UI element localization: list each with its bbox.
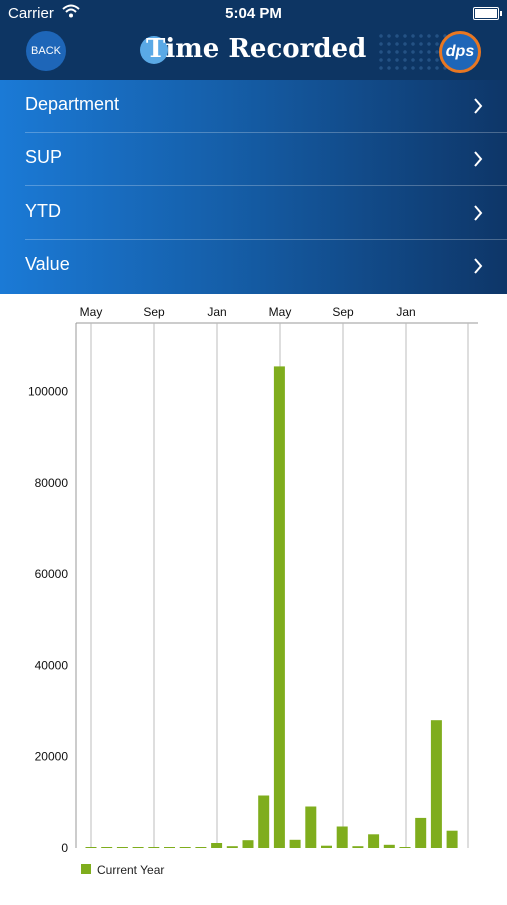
bar [446,830,458,848]
dots-pattern [377,32,447,72]
x-tick-label: May [269,305,292,319]
bar-chart: May Sep Jan May Sep Jan 0 20000 40000 60000 80000 1… [28,305,478,877]
x-tick-label: Sep [143,305,165,319]
bar [226,846,238,848]
bar [242,840,254,848]
x-tick-label: Jan [207,305,226,319]
bar [305,806,317,848]
bar [211,843,223,848]
chevron-right-icon [474,258,483,274]
menu-item-sup[interactable]: SUP [0,133,507,186]
y-tick-label: 60000 [35,567,69,581]
dps-logo[interactable]: dps [439,31,481,73]
y-tick-label: 80000 [35,476,69,490]
clock: 5:04 PM [225,5,282,22]
x-tick-label: May [80,305,103,319]
legend-label: Current Year [97,863,164,877]
divider [25,185,507,186]
bar [399,847,411,848]
x-tick-label: Sep [332,305,354,319]
menu-item-label: Value [25,254,70,274]
back-button[interactable]: BACK [26,31,66,71]
bar [289,839,301,848]
bar [195,847,207,848]
menu-item-label: Department [25,94,120,114]
nav-bar: BACK Time Recorded dps [0,28,507,80]
bar [116,847,128,848]
chevron-right-icon [474,151,483,167]
bar [336,826,348,848]
bar [258,795,270,848]
bar [415,817,427,848]
bar [352,846,364,848]
bar [179,847,191,848]
chevron-right-icon [474,98,483,114]
bar [321,845,332,848]
status-bar: Carrier 5:04 PM [0,0,507,28]
time-recorded-chart: May Sep Jan May Sep Jan 0 20000 40000 60000 80000 1… [0,294,507,900]
legend-swatch [81,864,91,874]
menu-item-label: SUP [25,147,63,167]
bar [85,847,97,848]
bar [164,847,175,848]
chevron-right-icon [474,205,483,221]
menu-item-department[interactable]: Department [0,80,507,133]
x-tick-label: Jan [396,305,415,319]
bar [383,844,395,848]
y-tick-label: 20000 [35,750,69,764]
filter-menu: Department SUP YTD Value [0,80,507,294]
bar [430,720,442,848]
page-title-text: Time Recorded [146,34,367,64]
menu-item-value[interactable]: Value [0,240,507,293]
y-tick-label: 0 [61,841,68,855]
y-tick-label: 100000 [28,384,68,398]
bar [148,847,160,848]
bar [273,366,285,848]
bar [132,847,144,848]
menu-item-label: YTD [25,201,61,221]
y-tick-label: 40000 [35,658,69,672]
bar [368,834,380,848]
bar [101,847,113,848]
battery-icon [473,7,502,20]
menu-item-ytd[interactable]: YTD [0,187,507,240]
